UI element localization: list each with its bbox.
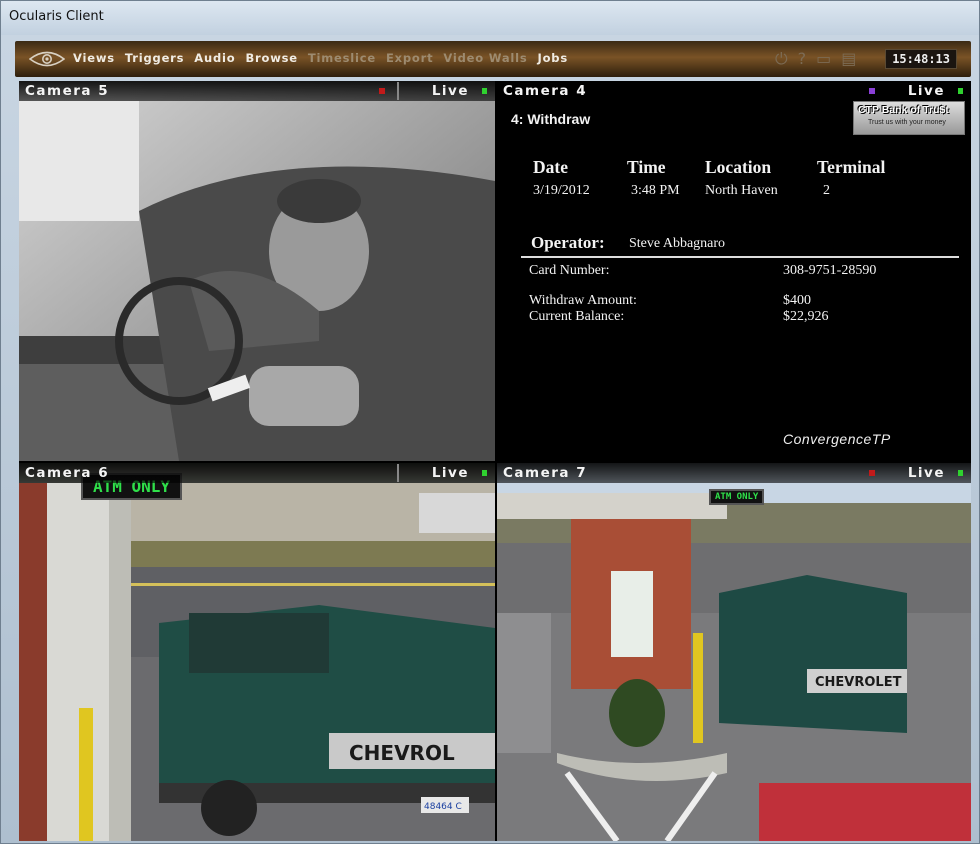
app-window: Ocularis Client Views Triggers Audio Bro… [0,0,980,844]
license-plate-text: 48464 C [424,802,462,812]
live-indicator-icon [482,470,487,476]
truck-badge-text: CHEVROLET [815,675,902,690]
camera-5-image [19,81,495,461]
camera-7-view[interactable]: CHEVROLET ATM ONLY Camera 7 Live [497,463,971,841]
main-menu: Views Triggers Audio Browse Timeslice Ex… [73,51,578,65]
camera-5-name: Camera 5 [25,83,110,99]
live-indicator-icon [482,88,487,94]
live-indicator-icon [958,470,963,476]
record-indicator-icon [379,88,385,94]
menu-browse[interactable]: Browse [245,51,297,65]
camera-5-view[interactable]: Camera 5 Live [19,81,495,461]
card-number-value: 308-9751-28590 [783,263,877,278]
value-time: 3:48 PM [631,183,680,198]
camera-6-image: CHEVROL 48464 C [19,463,495,841]
header-divider [397,464,399,482]
header-location: Location [705,157,772,177]
main-toolbar: Views Triggers Audio Browse Timeslice Ex… [15,41,971,77]
menu-triggers[interactable]: Triggers [125,51,184,65]
camera-7-header: Camera 7 Live [497,463,971,483]
title-bar[interactable]: Ocularis Client [1,1,979,35]
clock-display: 15:48:13 [885,49,957,69]
live-indicator-icon [958,88,963,94]
camera-7-live-label[interactable]: Live [908,465,945,481]
window-title: Ocularis Client [9,9,104,24]
menu-views[interactable]: Views [73,51,115,65]
withdraw-amount-label: Withdraw Amount: [529,293,637,308]
current-balance-value: $22,926 [783,309,829,324]
card-number-label: Card Number: [529,263,610,278]
camera-grid: Camera 5 Live Camera 4 Live 4: Withdraw … [19,81,971,841]
camera-4-name: Camera 4 [503,83,588,99]
header-divider [397,82,399,100]
record-indicator-icon [869,88,875,94]
header-terminal: Terminal [817,157,886,177]
camera-6-name: Camera 6 [25,465,110,481]
divider [521,256,959,258]
current-balance-label: Current Balance: [529,309,625,324]
camera-4-header: Camera 4 Live [497,81,971,101]
camera-6-view[interactable]: CHEVROL 48464 C ATM ONLY Camera 6 Live [19,463,495,841]
power-icon[interactable]: ⏻ [775,49,788,69]
camera-6-header: Camera 6 Live [19,463,495,483]
help-icon[interactable]: ? [798,49,807,69]
menu-video-walls: Video Walls [443,51,528,65]
value-date: 3/19/2012 [533,183,590,198]
transaction-overlay: 4: Withdraw CTP Bank of Tru$t Trust us w… [497,101,971,461]
value-location: North Haven [705,183,778,198]
header-date: Date [533,157,568,177]
operator-name: Steve Abbagnaro [629,236,726,251]
camera-7-name: Camera 7 [503,465,588,481]
camera-4-live-label[interactable]: Live [908,83,945,99]
operator-label: Operator: [531,233,605,252]
bank-logo-text: CTP Bank of Tru$t [858,104,949,116]
camera-6-live-label[interactable]: Live [432,465,469,481]
record-indicator-icon [869,470,875,476]
monitor-icon[interactable]: ▭ [816,49,831,69]
bank-tagline: Trust us with your money [868,119,946,126]
withdraw-amount-value: $400 [783,293,811,308]
menu-export: Export [386,51,434,65]
transaction-title: 4: Withdraw [511,111,591,127]
layout-icon[interactable]: ▤ [841,49,856,69]
vendor-logo: ConvergenceTP [783,431,891,447]
camera-5-live-label[interactable]: Live [432,83,469,99]
truck-badge-text: CHEVROL [349,741,455,765]
value-terminal: 2 [823,183,830,198]
camera-7-image: CHEVROLET [497,463,971,841]
atm-only-sign: ATM ONLY [709,489,765,505]
header-time: Time [627,157,666,177]
menu-timeslice: Timeslice [307,51,376,65]
menu-jobs[interactable]: Jobs [538,51,568,65]
camera-5-header: Camera 5 Live [19,81,495,101]
bank-logo: CTP Bank of Tru$t Trust us with your mon… [853,101,965,135]
toolbar-icons: ⏻ ? ▭ ▤ [775,49,856,69]
camera-4-view[interactable]: Camera 4 Live 4: Withdraw CTP Bank of Tr… [497,81,971,461]
ocularis-eye-icon[interactable] [29,50,65,68]
menu-audio[interactable]: Audio [194,51,235,65]
